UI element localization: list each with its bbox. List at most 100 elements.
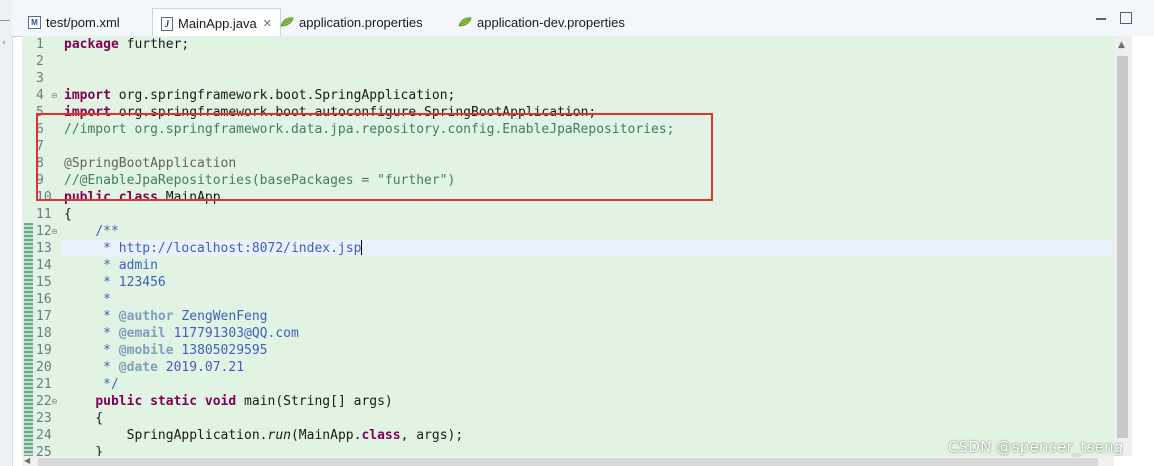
properties-file-icon	[458, 17, 472, 27]
overview-ruler	[1132, 36, 1154, 466]
properties-file-icon	[280, 17, 294, 27]
code-line[interactable]: 17 * @author ZengWenFeng	[22, 308, 1114, 325]
tab-label: test/pom.xml	[46, 14, 120, 30]
editor-window-controls	[1096, 12, 1132, 24]
code-line[interactable]: 7	[22, 138, 1114, 155]
maximize-icon[interactable]	[1120, 12, 1132, 24]
code-line[interactable]: 5 import org.springframework.boot.autocon…	[22, 104, 1114, 121]
code-line[interactable]: 20 * @date 2019.07.21	[22, 359, 1114, 376]
line-number: 7	[36, 139, 44, 154]
code-text[interactable]: import org.springframework.boot.autoconf…	[64, 104, 596, 121]
line-number: 13	[36, 241, 52, 256]
code-text[interactable]: * @mobile 13805029595	[64, 342, 267, 359]
close-icon[interactable]: ✕	[263, 17, 272, 30]
code-text[interactable]: * @email 117791303@QQ.com	[64, 325, 299, 342]
code-text[interactable]: import org.springframework.boot.SpringAp…	[64, 87, 455, 104]
code-line[interactable]: 8 @SpringBootApplication	[22, 155, 1114, 172]
line-number: 9	[36, 173, 44, 188]
line-number: 14	[36, 258, 52, 273]
code-line[interactable]: 12 ⊖ /**	[22, 223, 1114, 240]
code-line[interactable]: 22 ⊖ public static void main(String[] arg…	[22, 393, 1114, 410]
line-number: 25	[36, 445, 52, 456]
code-line[interactable]: 18 * @email 117791303@QQ.com	[22, 325, 1114, 342]
code-line[interactable]: 6 //import org.springframework.data.jpa.r…	[22, 121, 1114, 138]
code-text[interactable]: * @date 2019.07.21	[64, 359, 244, 376]
code-text[interactable]: public static void main(String[] args)	[64, 393, 392, 410]
tab-application-properties[interactable]: application.properties	[280, 8, 423, 36]
fold-toggle-icon[interactable]: ⊖	[51, 223, 58, 240]
code-text[interactable]: * admin	[64, 257, 158, 274]
code-line[interactable]: 23 {	[22, 410, 1114, 427]
code-line[interactable]: 10 public class MainApp	[22, 189, 1114, 206]
line-number: 21	[36, 377, 52, 392]
code-line[interactable]: 15 * 123456	[22, 274, 1114, 291]
code-text[interactable]: package further;	[64, 36, 189, 53]
code-text[interactable]: * http://localhost:8072/index.jsp	[64, 240, 363, 257]
code-line[interactable]: 3	[22, 70, 1114, 87]
code-line[interactable]: 16 *	[22, 291, 1114, 308]
line-number: 5	[36, 105, 44, 120]
maven-pom-file-icon: M	[28, 15, 41, 29]
tab-label: application-dev.properties	[477, 14, 625, 30]
line-number: 8	[36, 156, 44, 171]
chevron-left-icon[interactable]: ‹	[2, 38, 10, 48]
line-number: 1	[36, 37, 44, 52]
code-text[interactable]: {	[64, 206, 72, 223]
code-text[interactable]: }	[64, 444, 103, 456]
code-text[interactable]: //import org.springframework.data.jpa.re…	[64, 121, 674, 138]
code-text[interactable]: /**	[64, 223, 118, 240]
code-text[interactable]: SpringApplication.run(MainApp.class, arg…	[64, 427, 464, 444]
tab-mainapp-java[interactable]: J MainApp.java ✕	[152, 8, 281, 38]
tab-label: MainApp.java	[178, 16, 257, 31]
line-number: 18	[36, 326, 52, 341]
line-number: 10	[36, 190, 52, 205]
code-text[interactable]: * @author ZengWenFeng	[64, 308, 267, 325]
tab-application-dev-properties[interactable]: application-dev.properties	[458, 8, 625, 36]
tab-pom-xml[interactable]: M test/pom.xml	[28, 8, 120, 36]
tab-label: application.properties	[299, 14, 423, 30]
code-line[interactable]: 11 {	[22, 206, 1114, 223]
code-line[interactable]: 4 ⊖ import org.springframework.boot.Spring…	[22, 87, 1114, 104]
code-line[interactable]: 19 * @mobile 13805029595	[22, 342, 1114, 359]
code-text[interactable]: //@EnableJpaRepositories(basePackages = …	[64, 172, 455, 189]
line-number: 15	[36, 275, 52, 290]
fold-toggle-icon[interactable]: ⊖	[51, 87, 58, 104]
code-text[interactable]: public class MainApp	[64, 189, 221, 206]
line-number: 24	[36, 428, 52, 443]
code-editor[interactable]: 1 package further; 2 3 4 ⊖ import org.springfr…	[22, 36, 1114, 456]
vertical-scrollbar[interactable]: ▲	[1114, 36, 1132, 456]
code-text[interactable]: *	[64, 291, 111, 308]
line-number: 19	[36, 343, 52, 358]
code-line[interactable]: 2	[22, 53, 1114, 70]
line-number: 11	[36, 207, 52, 222]
code-line[interactable]: 13 * http://localhost:8072/index.jsp	[22, 240, 1114, 257]
code-text[interactable]: * 123456	[64, 274, 166, 291]
line-number: 6	[36, 122, 44, 137]
text-cursor	[361, 240, 363, 255]
line-number: 2	[36, 54, 44, 69]
panel-edge-marker	[0, 20, 10, 21]
code-text[interactable]: {	[64, 410, 103, 427]
line-number: 23	[36, 411, 52, 426]
code-line[interactable]: 9 //@EnableJpaRepositories(basePackages =…	[22, 172, 1114, 189]
scrollbar-thumb[interactable]	[1117, 56, 1128, 438]
watermark: CSDN @spencer_tseng	[948, 438, 1124, 456]
scrollbar-thumb[interactable]	[38, 458, 1098, 466]
line-number: 17	[36, 309, 52, 324]
fold-toggle-icon[interactable]: ⊖	[51, 393, 58, 410]
editor-tab-bar: M test/pom.xml J MainApp.java ✕ applicat…	[12, 0, 1154, 38]
code-text[interactable]: @SpringBootApplication	[64, 155, 236, 172]
scroll-up-icon[interactable]: ▲	[1118, 40, 1125, 50]
code-line[interactable]: 21 */	[22, 376, 1114, 393]
code-line[interactable]: 14 * admin	[22, 257, 1114, 274]
scroll-left-icon[interactable]: ◀	[24, 456, 30, 465]
code-text[interactable]: */	[64, 376, 119, 393]
line-number: 16	[36, 292, 52, 307]
line-number: 3	[36, 71, 44, 86]
minimize-icon[interactable]	[1096, 12, 1106, 20]
left-panel-edge: ‹	[0, 0, 13, 466]
code-line[interactable]: 1 package further;	[22, 36, 1114, 53]
line-number: 20	[36, 360, 52, 375]
horizontal-scrollbar[interactable]: ◀	[22, 456, 1114, 466]
java-file-icon: J	[161, 16, 173, 31]
